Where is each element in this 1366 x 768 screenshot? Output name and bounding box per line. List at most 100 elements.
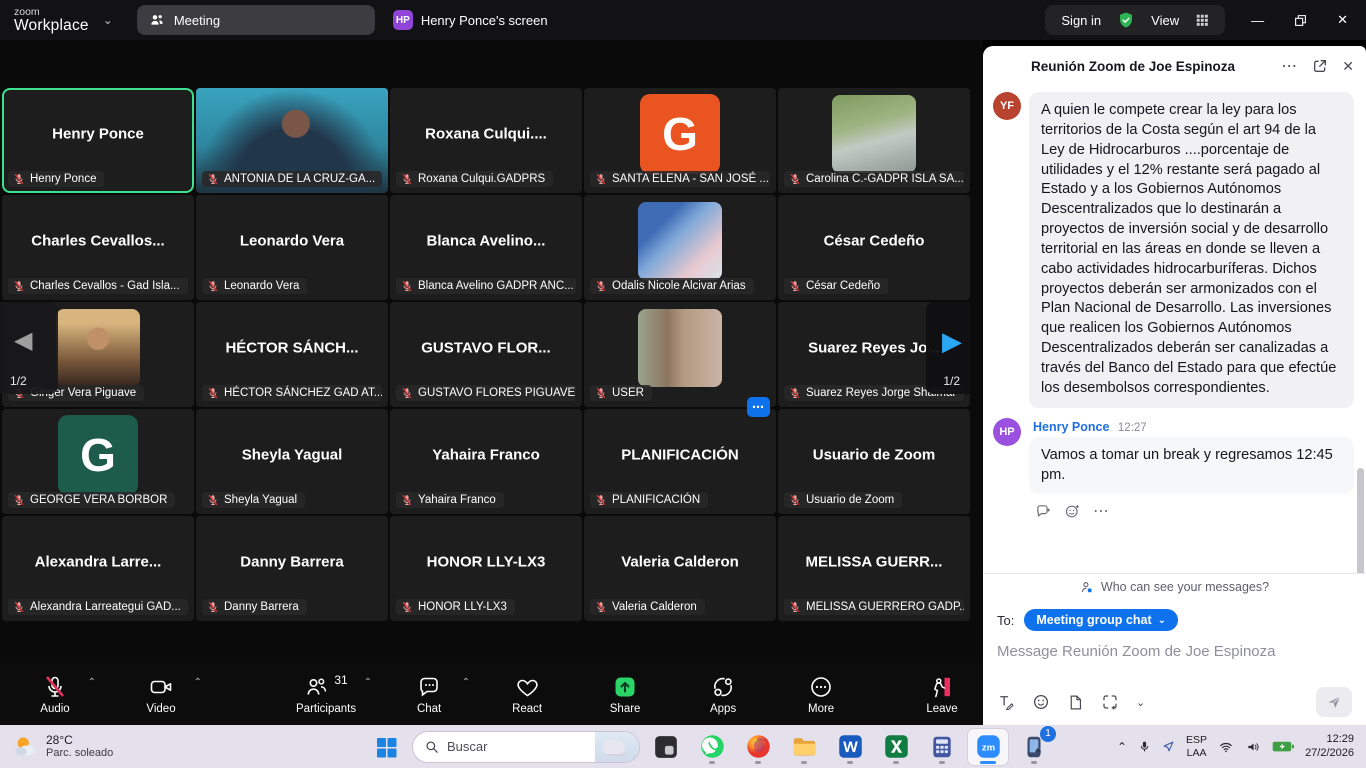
chevron-up-icon[interactable]: ⌃ bbox=[194, 677, 202, 688]
chat-button[interactable]: Chat⌃ bbox=[404, 673, 454, 715]
participant-tile[interactable]: Yahaira FrancoYahaira Franco bbox=[390, 409, 582, 514]
participant-tile[interactable]: MELISSA GUERR...MELISSA GUERRERO GADP... bbox=[778, 516, 970, 621]
taskbar-weather-widget[interactable]: 28°C Parc. soleado bbox=[12, 733, 113, 761]
pop-out-icon[interactable] bbox=[1312, 58, 1328, 74]
participant-tile[interactable]: Roxana Culqui....Roxana Culqui.GADPRS bbox=[390, 88, 582, 193]
close-button[interactable]: ✕ bbox=[1337, 12, 1348, 28]
gallery-prev-page-button[interactable]: ◀ 1/2 bbox=[0, 302, 58, 394]
speaker-icon[interactable] bbox=[1245, 740, 1261, 754]
taskbar-app-dark-app[interactable] bbox=[646, 729, 686, 765]
participant-name-label: Roxana Culqui.GADPRS bbox=[396, 171, 553, 187]
tray-hidden-icons-chevron[interactable]: ⌃ bbox=[1117, 740, 1127, 754]
participant-tile[interactable]: Valeria CalderonValeria Calderon bbox=[584, 516, 776, 621]
language-top: ESP bbox=[1186, 734, 1207, 746]
language-indicator[interactable]: ESP LAA bbox=[1186, 734, 1207, 758]
participant-tile[interactable]: Blanca Avelino...Blanca Avelino GADPR AN… bbox=[390, 195, 582, 300]
minimize-button[interactable]: — bbox=[1251, 13, 1264, 28]
taskbar-app-phone-link[interactable]: 1 bbox=[1014, 729, 1054, 765]
message-more-icon[interactable]: ⋯ bbox=[1093, 501, 1110, 521]
chevron-down-icon: ⌄ bbox=[1158, 615, 1166, 626]
chat-scrollbar[interactable] bbox=[1357, 468, 1364, 573]
mic-muted-icon bbox=[789, 280, 801, 292]
tray-microphone-icon[interactable] bbox=[1138, 740, 1151, 753]
emoji-icon[interactable] bbox=[1032, 693, 1050, 711]
taskbar-clock[interactable]: 12:29 27/2/2026 bbox=[1305, 733, 1354, 761]
view-button[interactable]: View bbox=[1151, 13, 1179, 28]
calculator-icon bbox=[929, 734, 955, 760]
titlebar-actions: Sign in View bbox=[1045, 5, 1225, 35]
taskbar-app-whatsapp[interactable] bbox=[692, 729, 732, 765]
participant-tile[interactable]: Sheyla YagualSheyla Yagual bbox=[196, 409, 388, 514]
participant-tile[interactable]: USER bbox=[584, 302, 776, 407]
participant-tile[interactable]: Charles Cevallos...Charles Cevallos - Ga… bbox=[2, 195, 194, 300]
participant-tile[interactable]: GUSTAVO FLOR...GUSTAVO FLORES PIGUAVE bbox=[390, 302, 582, 407]
participant-tile[interactable]: Leonardo VeraLeonardo Vera bbox=[196, 195, 388, 300]
participant-tile[interactable]: HONOR LLY-LX3HONOR LLY-LX3 bbox=[390, 516, 582, 621]
zoom-meeting-window: zoom Workplace ⌄ Meeting HP Henry Ponce'… bbox=[0, 0, 1366, 768]
taskbar-app-zoom[interactable]: zm bbox=[968, 729, 1008, 765]
battery-icon[interactable] bbox=[1272, 740, 1294, 753]
sign-in-button[interactable]: Sign in bbox=[1061, 13, 1101, 28]
tab-henry-ponces-screen[interactable]: HP Henry Ponce's screen bbox=[393, 10, 548, 30]
participant-tile[interactable]: César CedeñoCésar Cedeño bbox=[778, 195, 970, 300]
gallery-next-page-button[interactable]: ▶ 1/2 bbox=[926, 302, 970, 394]
taskbar-app-word[interactable] bbox=[830, 729, 870, 765]
participant-tile[interactable]: PLANIFICACIÓN⋯PLANIFICACIÓN bbox=[584, 409, 776, 514]
participant-tile[interactable]: GGEORGE VERA BORBOR bbox=[2, 409, 194, 514]
taskbar-app-firefox[interactable] bbox=[738, 729, 778, 765]
participant-tile[interactable]: Alexandra Larre...Alexandra Larreategui … bbox=[2, 516, 194, 621]
react-button[interactable]: React bbox=[502, 673, 552, 715]
mic-muted-icon bbox=[207, 173, 219, 185]
tray-location-icon[interactable] bbox=[1162, 740, 1175, 753]
taskbar-app-explorer[interactable] bbox=[784, 729, 824, 765]
participants-button[interactable]: 31Participants⌃ bbox=[296, 673, 356, 715]
participant-tile[interactable]: GSANTA ELENA - SAN JOSÉ ... bbox=[584, 88, 776, 193]
privacy-text: Who can see your messages? bbox=[1101, 580, 1269, 594]
screenshot-icon[interactable] bbox=[1101, 693, 1119, 711]
message-input[interactable]: Message Reunión Zoom de Joe Espinoza bbox=[997, 643, 1352, 683]
share-button[interactable]: Share bbox=[600, 673, 650, 715]
participant-tile[interactable]: Carolina C.-GADPR ISLA SA... bbox=[778, 88, 970, 193]
audio-button[interactable]: Audio⌃ bbox=[30, 673, 80, 715]
wifi-icon[interactable] bbox=[1218, 740, 1234, 754]
participant-tile[interactable]: Danny BarreraDanny Barrera bbox=[196, 516, 388, 621]
quote-reply-icon[interactable] bbox=[1035, 503, 1052, 520]
leave-button[interactable]: Leave bbox=[917, 673, 967, 715]
compose-options-chevron-icon[interactable]: ⌄ bbox=[1136, 696, 1145, 709]
taskbar-app-excel[interactable] bbox=[876, 729, 916, 765]
participant-tile[interactable]: HÉCTOR SÁNCH...HÉCTOR SÁNCHEZ GAD AT... bbox=[196, 302, 388, 407]
video-camera-icon bbox=[148, 675, 174, 699]
format-text-icon[interactable] bbox=[997, 693, 1015, 711]
participant-tile[interactable]: Odalis Nicole Alcivar Arias bbox=[584, 195, 776, 300]
tile-more-options-button[interactable]: ⋯ bbox=[747, 397, 770, 417]
taskbar-search[interactable]: Buscar bbox=[412, 731, 640, 763]
logo-chevron-icon[interactable]: ⌄ bbox=[103, 13, 113, 27]
video-button[interactable]: Video⌃ bbox=[136, 673, 186, 715]
chevron-up-icon[interactable]: ⌃ bbox=[88, 677, 96, 688]
add-reaction-icon[interactable] bbox=[1064, 503, 1081, 520]
chevron-up-icon[interactable]: ⌃ bbox=[462, 677, 470, 688]
more-button[interactable]: More bbox=[796, 673, 846, 715]
security-shield-icon[interactable] bbox=[1117, 11, 1135, 29]
participant-display-name: Leonardo Vera bbox=[200, 233, 384, 250]
send-button[interactable] bbox=[1316, 687, 1352, 717]
chat-message-list[interactable]: YF A quien le compete crear la ley para … bbox=[983, 86, 1366, 573]
chat-title: Reunión Zoom de Joe Espinoza bbox=[1031, 59, 1281, 74]
svg-text:zm: zm bbox=[981, 742, 994, 753]
privacy-notice[interactable]: Who can see your messages? bbox=[983, 573, 1366, 600]
apps-button[interactable]: Apps bbox=[698, 673, 748, 715]
recipient-selector[interactable]: Meeting group chat ⌄ bbox=[1024, 609, 1178, 631]
tab-meeting[interactable]: Meeting bbox=[137, 5, 375, 35]
taskbar-app-calculator[interactable] bbox=[922, 729, 962, 765]
start-button[interactable] bbox=[366, 729, 406, 765]
restore-button[interactable] bbox=[1294, 14, 1307, 27]
chat-more-icon[interactable]: ⋯ bbox=[1281, 56, 1298, 76]
chevron-up-icon[interactable]: ⌃ bbox=[364, 677, 372, 688]
participant-display-name: Alexandra Larre... bbox=[6, 554, 190, 571]
participant-display-name: Yahaira Franco bbox=[394, 447, 578, 464]
participant-tile[interactable]: Usuario de ZoomUsuario de Zoom bbox=[778, 409, 970, 514]
participant-tile[interactable]: ANTONIA DE LA CRUZ-GA... bbox=[196, 88, 388, 193]
participant-tile[interactable]: Henry PonceHenry Ponce bbox=[2, 88, 194, 193]
chat-close-icon[interactable]: ✕ bbox=[1342, 58, 1354, 75]
attach-file-icon[interactable] bbox=[1067, 694, 1084, 711]
